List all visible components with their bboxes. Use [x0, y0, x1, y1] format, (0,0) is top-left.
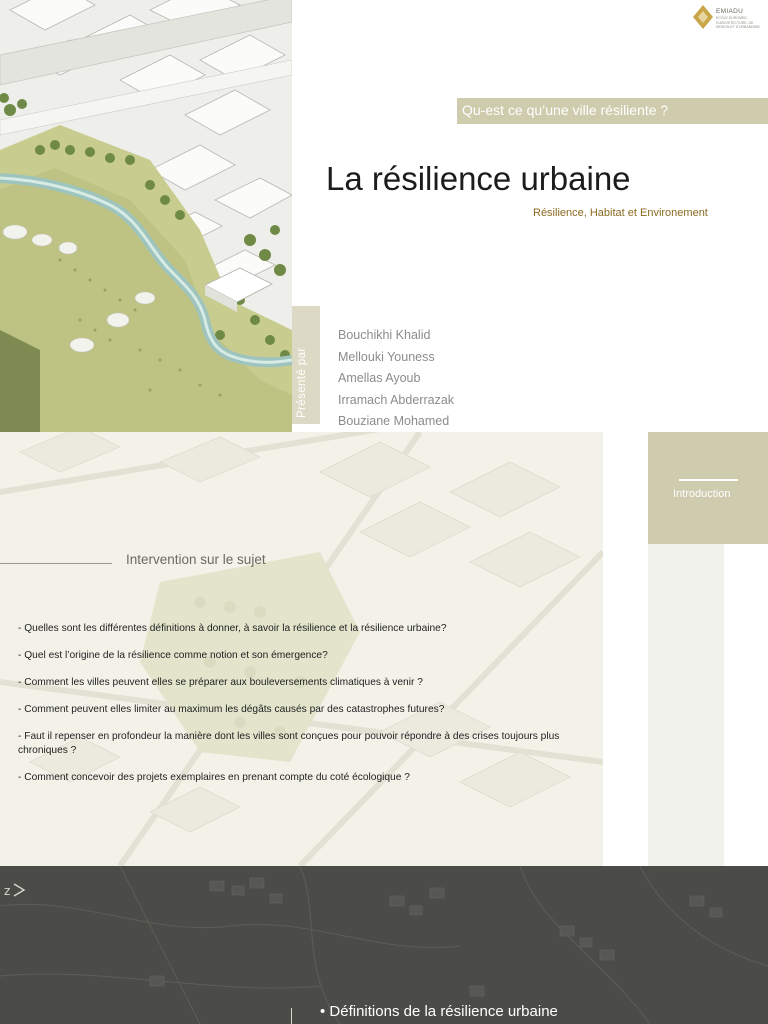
section-title: Intervention sur le sujet	[126, 552, 266, 567]
school-logo: EMIADU ECOLE EUROMED D'ARCHITECTURE, DE …	[690, 2, 762, 36]
logo-name: EMIADU	[716, 8, 744, 15]
page-subtitle: Résilience, Habitat et Environement	[533, 207, 708, 219]
logo-subtitle: ECOLE EUROMED D'ARCHITECTURE, DE DESIGN …	[716, 16, 760, 29]
question-item: - Quel est l’origine de la résilience co…	[18, 650, 328, 661]
svg-text:z: z	[4, 884, 10, 898]
question-list: - Quelles sont les différentes définitio…	[18, 622, 608, 798]
section-title-rule	[0, 563, 112, 564]
next-section-title: • Définitions de la résilience urbaine	[320, 1003, 558, 1020]
author-list: Bouchikhi Khalid Mellouki Youness Amella…	[338, 325, 454, 433]
question-item: - Quelles sont les différentes définitio…	[18, 623, 447, 634]
author-name: Irramach Abderrazak	[338, 392, 455, 407]
question-item: - Comment les villes peuvent elles se pr…	[18, 677, 423, 688]
author-name: Amellas Ayoub	[338, 371, 421, 385]
dark-map-band	[0, 866, 768, 1024]
presented-by-tab: Présenté par	[292, 306, 320, 424]
question-banner-text: Qu-est ce qu’une ville résiliente ?	[462, 102, 669, 118]
author-name: Bouziane Mohamed	[338, 414, 450, 428]
question-item: - Comment concevoir des projets exemplai…	[18, 771, 410, 783]
isometric-city-illustration	[0, 0, 292, 432]
nav-tab-label: Introduction	[673, 488, 731, 500]
question-item: - Faut il repenser en profondeur la mani…	[18, 731, 560, 756]
page-title: La résilience urbaine	[326, 160, 631, 197]
nav-tab-introduction[interactable]: Introduction	[648, 432, 768, 544]
author-name: Mellouki Youness	[338, 349, 435, 364]
question-item: - Comment peuvent elles limiter au maxim…	[18, 704, 445, 715]
question-banner: Qu-est ce qu’une ville résiliente ?	[457, 98, 768, 124]
nav-tab-underline	[679, 479, 738, 481]
logo-mark-icon	[693, 5, 713, 29]
author-name: Bouchikhi Khalid	[338, 328, 431, 342]
bottom-divider	[291, 1008, 292, 1024]
presented-by-label: Présenté par	[296, 347, 308, 418]
north-arrow-icon: z	[2, 880, 30, 903]
